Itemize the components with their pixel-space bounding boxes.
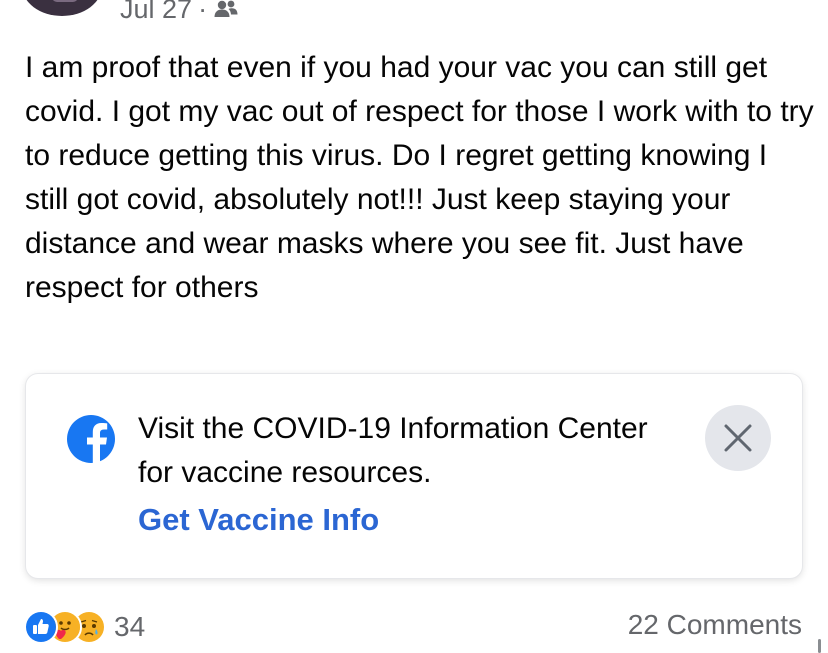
reaction-count[interactable]: 34: [114, 611, 145, 643]
covid-info-text: Visit the COVID-19 Information Center fo…: [138, 412, 648, 489]
close-button[interactable]: [705, 405, 771, 471]
reactions-summary[interactable]: 34: [24, 607, 145, 647]
close-icon: [724, 424, 752, 452]
covid-info-card: Visit the COVID-19 Information Center fo…: [26, 374, 802, 578]
post-meta: Jul 27 ·: [120, 0, 239, 26]
friends-icon[interactable]: [213, 0, 239, 20]
get-vaccine-info-link[interactable]: Get Vaccine Info: [138, 502, 379, 538]
comments-count[interactable]: 22 Comments: [628, 609, 802, 641]
scrollbar[interactable]: [818, 639, 821, 653]
post-screen: Jul 27 · I am proof that even if you had…: [0, 0, 828, 653]
meta-separator: ·: [198, 0, 208, 24]
like-icon: [24, 610, 58, 644]
post-date[interactable]: Jul 27: [120, 0, 192, 25]
avatar[interactable]: [22, 0, 102, 16]
post-text: I am proof that even if you had your vac…: [25, 51, 814, 304]
facebook-logo-icon: [67, 415, 115, 463]
